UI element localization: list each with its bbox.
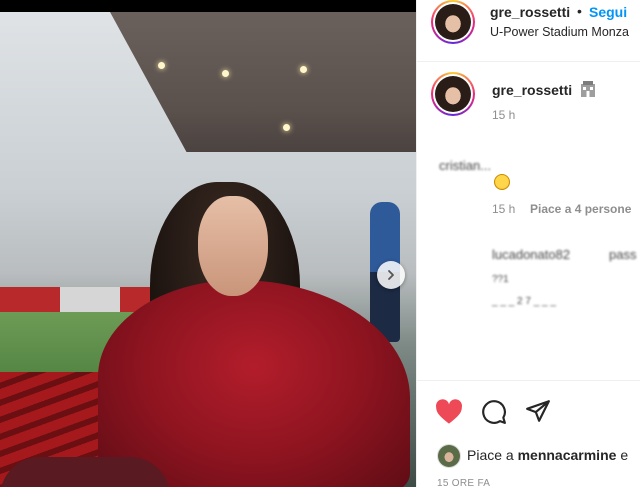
post-sidebar: gre_rossetti • Segui U-Power Stadium Mon…: [416, 0, 640, 487]
comment-username-blurred[interactable]: lucadonato82: [492, 247, 570, 262]
comments-section: gre_rossetti 15 h cristian... 15 h Piace…: [417, 62, 640, 380]
roof-light: [300, 66, 307, 73]
comment-time[interactable]: 15 h: [492, 202, 515, 216]
emoji-face-icon: [494, 174, 510, 190]
comment-text-blurred: pass: [609, 247, 637, 262]
comment-likes-count[interactable]: Piace a 4 persone: [530, 202, 631, 216]
carousel-next-button[interactable]: [377, 261, 405, 289]
subject-legs: [0, 457, 170, 487]
subject-face: [198, 196, 268, 296]
heart-icon[interactable]: [435, 399, 463, 425]
caption-time[interactable]: 15 h: [492, 108, 515, 122]
post-header: gre_rossetti • Segui U-Power Stadium Mon…: [417, 0, 640, 62]
post-timestamp[interactable]: 15 ORE FA: [437, 478, 490, 487]
location-link[interactable]: U-Power Stadium Monza: [490, 25, 629, 39]
comment-line-blurred: ??1: [492, 274, 509, 285]
likes-row: Piace a mennacarmine e: [417, 440, 640, 472]
header-avatar[interactable]: [431, 0, 475, 44]
follow-button[interactable]: Segui: [589, 4, 627, 20]
roof-light: [222, 70, 229, 77]
post-actions: [417, 380, 640, 440]
avatar: [438, 445, 460, 467]
chevron-right-icon: [388, 270, 394, 280]
liker-avatar[interactable]: [437, 444, 461, 468]
likes-summary[interactable]: Piace a mennacarmine e: [467, 447, 628, 463]
comment-line-blurred: _ _ _ 2 7 _ _ _: [492, 296, 556, 307]
avatar: [435, 76, 471, 112]
share-icon[interactable]: [525, 398, 551, 424]
likes-user[interactable]: mennacarmine: [518, 447, 617, 463]
roof-light: [283, 124, 290, 131]
likes-prefix: Piace a: [467, 447, 514, 463]
likes-suffix: e: [620, 447, 629, 463]
caption-username[interactable]: gre_rossetti: [492, 82, 572, 98]
roof-light: [158, 62, 165, 69]
avatar: [435, 4, 471, 40]
stadium-roof: [110, 12, 416, 152]
building-icon: [581, 81, 595, 97]
comment-username-blurred[interactable]: cristian...: [439, 158, 491, 173]
fur-coat: [98, 280, 410, 487]
post-photo[interactable]: [0, 12, 416, 487]
separator-dot: •: [577, 3, 582, 19]
header-username[interactable]: gre_rossetti: [490, 4, 570, 20]
comment-icon[interactable]: [481, 399, 507, 425]
caption-avatar[interactable]: [431, 72, 475, 116]
